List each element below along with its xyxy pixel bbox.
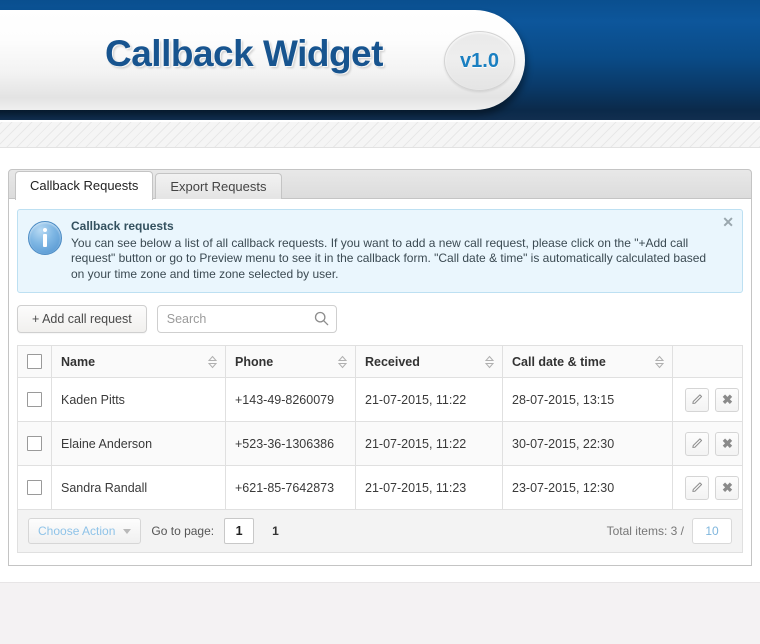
grid-footer: Choose Action Go to page: 1 Total items:… [17, 510, 743, 553]
edit-button[interactable] [685, 431, 709, 456]
app-header: Callback Widget v1.0 [0, 0, 760, 120]
row-checkbox[interactable] [27, 436, 42, 452]
sort-icon[interactable] [338, 355, 347, 368]
cell-received: 21-07-2015, 11:22 [355, 421, 503, 466]
search-field-wrapper [156, 305, 337, 333]
sort-icon[interactable] [208, 355, 217, 368]
cell-call-datetime: 30-07-2015, 22:30 [502, 421, 673, 466]
edit-button[interactable] [685, 475, 709, 500]
column-header-call-datetime[interactable]: Call date & time [502, 345, 673, 378]
tab-export-requests[interactable]: Export Requests [155, 173, 282, 199]
cell-phone: +143-49-8260079 [225, 377, 356, 422]
page-bottom-filler [0, 582, 760, 644]
column-header-received-label: Received [365, 354, 420, 369]
decorative-stripe-band [0, 120, 760, 148]
cross-icon: ✖ [722, 435, 733, 451]
pencil-icon [691, 394, 702, 404]
delete-button[interactable]: ✖ [715, 431, 740, 456]
close-icon[interactable]: ✕ [722, 215, 734, 229]
tab-strip: Callback Requests Export Requests [8, 169, 752, 200]
info-icon [28, 221, 62, 255]
table-row: Kaden Pitts +143-49-8260079 21-07-2015, … [17, 377, 743, 422]
tab-export-requests-label: Export Requests [170, 179, 267, 194]
row-select-cell [17, 377, 52, 422]
goto-page-label: Go to page: [151, 524, 215, 538]
notice-body: You can see below a list of all callback… [71, 235, 707, 281]
grid-toolbar: + Add call request [17, 305, 743, 333]
tab-callback-requests[interactable]: Callback Requests [15, 171, 154, 200]
choose-action-dropdown[interactable]: Choose Action [28, 518, 142, 544]
tab-callback-requests-label: Callback Requests [30, 178, 139, 193]
column-header-name[interactable]: Name [51, 345, 226, 378]
cell-actions: ✖ [672, 465, 743, 510]
total-items-label: Total items: 3 / [606, 524, 684, 538]
column-header-received[interactable]: Received [355, 345, 503, 378]
delete-button[interactable]: ✖ [715, 387, 740, 412]
chevron-down-icon [123, 528, 132, 534]
notice-title: Callback requests [71, 219, 174, 233]
column-header-phone-label: Phone [235, 354, 274, 369]
row-checkbox[interactable] [27, 392, 42, 408]
per-page-selector[interactable]: 10 [692, 518, 732, 544]
edit-button[interactable] [685, 387, 709, 412]
cell-phone: +621-85-7642873 [225, 465, 356, 510]
cell-name: Elaine Anderson [51, 421, 226, 466]
column-header-name-label: Name [61, 354, 96, 369]
version-badge: v1.0 [444, 31, 515, 91]
callback-requests-table: Name Phone Received Call date & time Kad… [17, 345, 743, 510]
table-row: Elaine Anderson +523-36-1306386 21-07-20… [17, 421, 743, 466]
table-header-row: Name Phone Received Call date & time [17, 345, 743, 378]
delete-button[interactable]: ✖ [715, 475, 740, 500]
tab-panel: Callback requests You can see below a li… [8, 199, 752, 566]
table-header: Name Phone Received Call date & time [17, 345, 743, 378]
page-title: Callback Widget [105, 33, 383, 74]
table-row: Sandra Randall +621-85-7642873 21-07-201… [17, 465, 743, 510]
cell-call-datetime: 28-07-2015, 13:15 [502, 377, 673, 422]
version-label: v1.0 [460, 49, 499, 72]
add-call-request-button[interactable]: + Add call request [17, 305, 147, 333]
search-input[interactable] [156, 305, 337, 333]
row-checkbox[interactable] [27, 480, 42, 496]
table-body: Kaden Pitts +143-49-8260079 21-07-2015, … [17, 377, 743, 510]
info-notice: Callback requests You can see below a li… [17, 209, 743, 293]
cell-actions: ✖ [672, 421, 743, 466]
page-number-input[interactable] [224, 518, 255, 544]
pencil-icon [691, 482, 702, 492]
current-page-indicator[interactable]: 1 [272, 524, 279, 538]
column-header-phone[interactable]: Phone [225, 345, 356, 378]
row-select-cell [17, 465, 52, 510]
footer-right-group: Total items: 3 / 10 [607, 518, 732, 544]
cell-call-datetime: 23-07-2015, 12:30 [502, 465, 673, 510]
cell-received: 21-07-2015, 11:22 [355, 377, 503, 422]
pencil-icon [691, 438, 702, 448]
select-all-header [17, 345, 52, 378]
row-select-cell [17, 421, 52, 466]
column-header-call-datetime-label: Call date & time [512, 354, 606, 369]
cell-phone: +523-36-1306386 [225, 421, 356, 466]
column-header-actions [672, 345, 743, 378]
select-all-checkbox[interactable] [27, 354, 42, 370]
sort-icon[interactable] [655, 355, 664, 368]
main-content: Callback Requests Export Requests Callba… [0, 148, 760, 566]
cross-icon: ✖ [722, 479, 733, 495]
sort-icon[interactable] [485, 355, 494, 368]
cross-icon: ✖ [722, 391, 733, 407]
notice-text: Callback requests You can see below a li… [71, 219, 712, 282]
choose-action-label: Choose Action [38, 524, 116, 538]
cell-name: Sandra Randall [51, 465, 226, 510]
cell-actions: ✖ [672, 377, 743, 422]
cell-received: 21-07-2015, 11:23 [355, 465, 503, 510]
cell-name: Kaden Pitts [51, 377, 226, 422]
